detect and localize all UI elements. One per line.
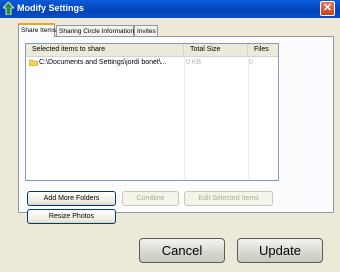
tab-sharing-circle-information[interactable]: Sharing Circle Information [56,25,134,36]
resize-photos-button[interactable]: Resize Photos [27,209,116,224]
update-button[interactable]: Update [237,238,323,263]
tab-invites[interactable]: Invites [134,25,158,36]
title-bar[interactable]: Modify Settings ✕ [0,0,340,18]
column-total-size[interactable]: Total Size [184,44,248,56]
item-size: 0 KB [186,59,202,66]
window-title: Modify Settings [17,3,84,13]
tab-share-items[interactable]: Share Items [18,23,56,37]
column-files[interactable]: Files [248,44,278,56]
folder-icon [29,59,38,66]
shared-items-list[interactable]: Selected items to share Total Size Files… [25,43,279,181]
column-divider [248,57,249,180]
app-icon [3,2,14,15]
item-path: C:\Documents and Settings\jordi bonet\..… [39,59,167,66]
add-more-folders-button[interactable]: Add More Folders [27,191,116,206]
modify-settings-window: Modify Settings ✕ Share Items Sharing Ci… [0,0,340,272]
close-icon[interactable]: ✕ [320,1,335,16]
column-divider [184,57,185,180]
column-selected-items[interactable]: Selected items to share [26,44,184,56]
list-header: Selected items to share Total Size Files [26,44,278,57]
item-files: 0 [249,59,253,66]
edit-selected-items-button[interactable]: Edit Selected Items [184,191,273,206]
combine-button[interactable]: Combine [122,191,179,206]
cancel-button[interactable]: Cancel [139,238,225,263]
table-row[interactable]: C:\Documents and Settings\jordi bonet\..… [26,57,278,68]
